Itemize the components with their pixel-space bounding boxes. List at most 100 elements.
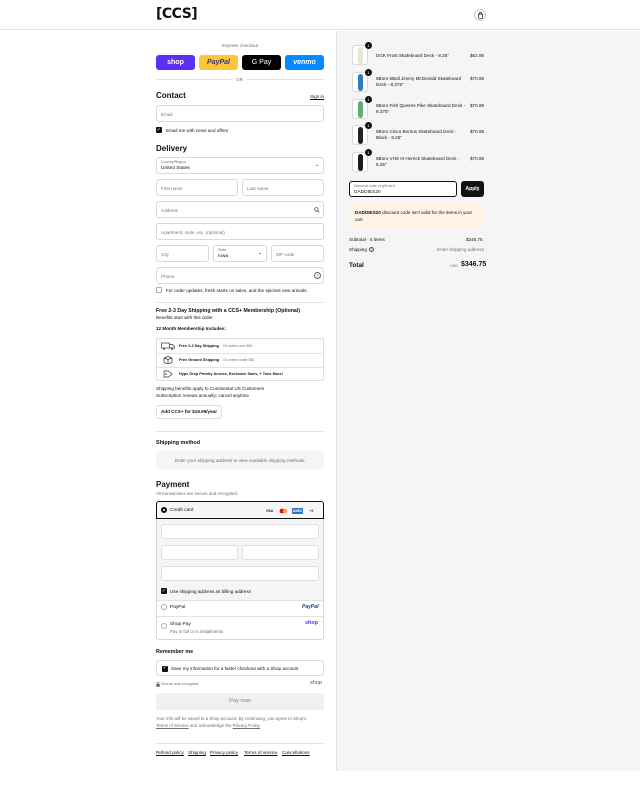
- cart-item-price: $70.95: [470, 129, 485, 134]
- payment-heading: Payment: [156, 480, 190, 489]
- first-name-field[interactable]: First name: [156, 179, 238, 196]
- terms-of-service-link[interactable]: Terms of service: [244, 750, 277, 755]
- contact-heading: Contact: [156, 91, 186, 100]
- paypal-express-button[interactable]: PayPal: [199, 55, 238, 70]
- billing-same-label: Use shipping address as billing address: [170, 589, 251, 594]
- cart-item-name-line2: 8.375": [376, 109, 390, 114]
- credit-card-radio[interactable]: [161, 507, 167, 513]
- phone-field[interactable]: Phone ?: [156, 267, 324, 284]
- state-label: State: [218, 248, 227, 252]
- venmo-express-label: venmo: [293, 59, 316, 66]
- city-placeholder: City: [161, 251, 169, 257]
- venmo-express-button[interactable]: venmo: [285, 55, 324, 70]
- card-expiry-field[interactable]: [161, 545, 238, 560]
- card-number-field[interactable]: [161, 524, 319, 539]
- visa-icon: VISA: [265, 509, 274, 513]
- cancellations-link[interactable]: Cancellations: [282, 750, 310, 755]
- apartment-field[interactable]: Apartment, suite, etc. (optional): [156, 223, 324, 240]
- secure-text: Secure and encrypted: [161, 682, 199, 686]
- email-news-checkbox[interactable]: [156, 127, 162, 133]
- shop-pay-logo: shop: [305, 620, 319, 626]
- state-select[interactable]: State Iowa ⌄: [213, 245, 267, 262]
- cart-item-name-line2: Deck - 8.375": [376, 82, 404, 87]
- shop-logo: shop: [310, 680, 322, 686]
- currency-code: USD: [450, 264, 459, 268]
- shop-pay-radio[interactable]: [161, 623, 167, 629]
- cart-item-name: 5Boro VHS III Herrick Skateboard Deck -: [376, 156, 460, 161]
- last-name-placeholder: Last name: [247, 185, 269, 191]
- country-value: United States: [161, 166, 190, 171]
- quantity-badge: 1: [365, 69, 372, 76]
- add-ccs-plus-button[interactable]: Add CCS+ for $19.99/year: [156, 405, 222, 419]
- cart-item-name: 5Boro 5Ball Jimmy McDonald Skateboard: [376, 76, 462, 81]
- benefit-divider: [157, 353, 323, 354]
- benefit-main: Free 2-3 Day Shipping: [179, 343, 219, 348]
- tag-icon: [163, 370, 173, 378]
- discount-field[interactable]: Discount code or gift card DADDIES20: [349, 181, 457, 197]
- discount-label: Discount code or gift card: [354, 184, 395, 188]
- refund-policy-link[interactable]: Refund policy: [156, 750, 184, 755]
- box-icon: [163, 356, 173, 364]
- email-news-label: Email me with news and offers: [166, 128, 229, 133]
- paypal-express-label: PayPal: [207, 59, 230, 66]
- help-icon[interactable]: ?: [314, 272, 321, 279]
- membership-title: Free 2-3 Day Shipping with a CCS+ Member…: [156, 308, 300, 314]
- address-field[interactable]: Address: [156, 201, 324, 218]
- cart-item-name: 5Boro Fish Queens Pike Skateboard Deck -: [376, 103, 466, 108]
- or-text: OR: [236, 77, 243, 82]
- shop-pay-express-button[interactable]: shop: [156, 55, 195, 70]
- sign-in-link[interactable]: Sign in: [310, 94, 324, 99]
- privacy-link[interactable]: Privacy Policy: [233, 723, 260, 728]
- cart-item-price: $70.95: [470, 103, 485, 108]
- apply-label: Apply: [465, 186, 480, 192]
- membership-subtitle: Benefits start with this order: [156, 315, 213, 320]
- billing-same-checkbox[interactable]: [161, 588, 167, 594]
- total-label: Total: [349, 262, 364, 269]
- skateboard-deck-image: [358, 127, 363, 144]
- city-field[interactable]: City: [156, 245, 209, 262]
- address-placeholder: Address: [161, 207, 178, 213]
- benefit-sub: On orders over $60: [223, 343, 253, 348]
- search-icon: [314, 207, 320, 213]
- sms-checkbox[interactable]: [156, 287, 162, 293]
- discount-error-message: discount code isn't valid for the items …: [382, 210, 473, 215]
- benefit-main: Hype Drop Priority Access, Exclusive Sal…: [179, 371, 283, 376]
- zip-placeholder: ZIP code: [276, 251, 295, 257]
- cart-bag-icon[interactable]: [474, 9, 486, 21]
- cart-item-thumbnail: 1: [352, 42, 372, 65]
- first-name-placeholder: First name: [161, 185, 183, 191]
- quantity-badge: 1: [365, 122, 372, 129]
- save-info-checkbox[interactable]: [162, 665, 168, 672]
- order-summary-panel: [336, 31, 640, 771]
- shipping-info-icon[interactable]: ?: [369, 247, 374, 252]
- email-field[interactable]: Email: [156, 105, 324, 122]
- pay-now-button[interactable]: Pay now: [156, 693, 324, 710]
- email-placeholder: Email: [161, 111, 173, 117]
- state-value: Iowa: [218, 254, 229, 259]
- google-pay-express-button[interactable]: G Pay: [242, 55, 281, 70]
- remember-me-heading: Remember me: [156, 649, 194, 655]
- membership-note-2: Subscription renews annually; cancel any…: [156, 393, 249, 398]
- last-name-field[interactable]: Last name: [242, 179, 324, 196]
- shipping-method-heading: Shipping method: [156, 440, 201, 446]
- or-divider-left: [156, 79, 233, 80]
- country-select[interactable]: Country/Region United States ⌄: [156, 157, 324, 174]
- paypal-radio[interactable]: [161, 604, 167, 610]
- shipping-link[interactable]: Shipping: [188, 750, 206, 755]
- card-cvc-field[interactable]: [242, 545, 319, 560]
- cart-item-thumbnail: 1: [352, 149, 372, 172]
- mastercard-icon: [278, 508, 289, 514]
- skateboard-deck-image: [358, 154, 363, 171]
- cart-item-name: DGK Frost Skateboard Deck - 8.25": [376, 53, 449, 58]
- zip-field[interactable]: ZIP code: [271, 245, 324, 262]
- terms-link[interactable]: Terms of Service: [156, 723, 189, 728]
- shipping-method-placeholder-box: Enter your shipping address to view avai…: [156, 451, 324, 469]
- card-name-field[interactable]: [161, 566, 319, 581]
- skateboard-deck-image: [358, 101, 363, 118]
- apply-button[interactable]: Apply: [461, 181, 484, 197]
- amex-icon: AMEX: [292, 508, 303, 514]
- brand-logo[interactable]: [CCS]: [156, 6, 198, 22]
- privacy-policy-link[interactable]: Privacy policy: [210, 750, 238, 755]
- express-checkout-title: Express checkout: [222, 43, 259, 48]
- discount-error-code: DADDIES20: [355, 210, 381, 215]
